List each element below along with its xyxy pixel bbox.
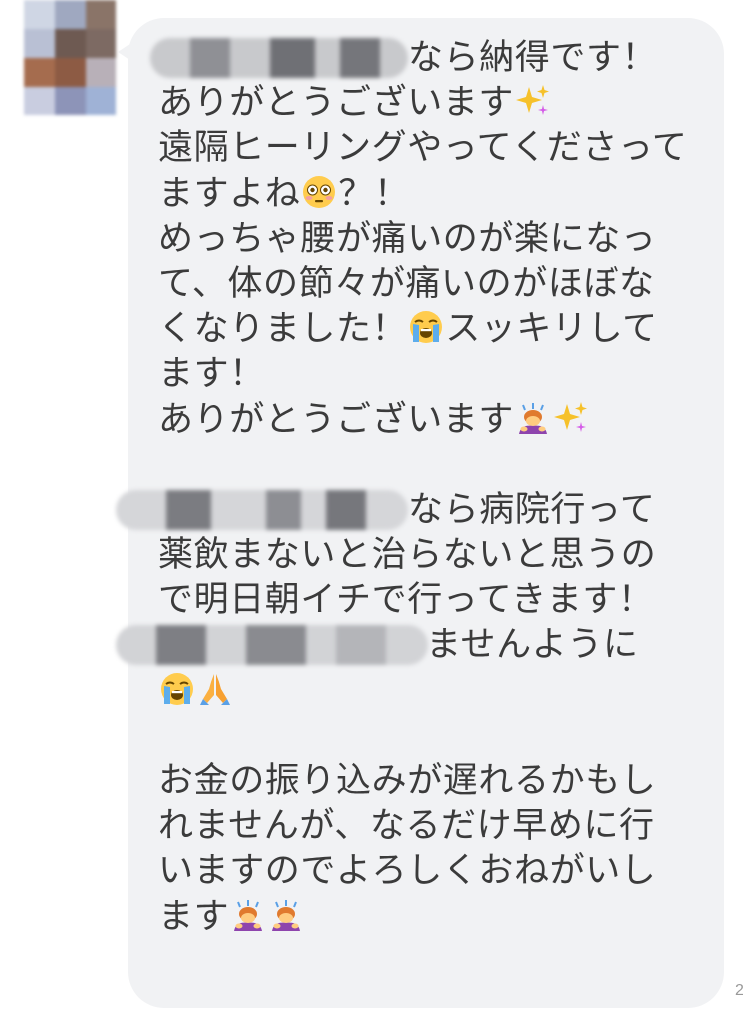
sparkles-icon — [516, 85, 550, 116]
message-line: 薬飲まないと治らないと思うの — [158, 535, 657, 576]
message-line: お金の振り込みが遅れるかもし — [158, 761, 657, 801]
redacted-text — [116, 489, 408, 530]
message-line: ますよね？！ — [158, 173, 410, 214]
folded-hands-icon — [200, 673, 230, 705]
message-line: ませんように — [116, 623, 718, 668]
message-line: くなりました！ スッキリして — [158, 309, 658, 350]
flushed-face-icon — [303, 175, 336, 208]
message-line: ありがとうございます — [158, 81, 718, 126]
redacted-text — [150, 38, 408, 78]
sender-avatar[interactable] — [24, 0, 116, 115]
message-line: なら病院行って — [116, 488, 718, 533]
message-line: いますのでよろしくおねがいし — [158, 851, 657, 892]
message-text: なら納得です！ ありがとうございます 遠隔ヒーリングやってくださって ますよね？… — [116, 36, 718, 940]
message-line: めっちゃ腰が痛いのが楽になっ — [158, 218, 657, 259]
sparkles-icon — [554, 401, 588, 432]
message-line — [158, 669, 718, 714]
message-line: ありがとうございます — [158, 398, 718, 443]
person-bowing-icon — [272, 899, 301, 931]
message-line: ます！ — [158, 354, 265, 395]
message-line: 遠隔ヒーリングやってくださって — [158, 128, 688, 169]
loudly-crying-face-icon — [410, 311, 443, 344]
message-line: れませんが、なるだけ早めに行 — [158, 806, 655, 847]
person-bowing-icon — [234, 899, 263, 931]
message-line: なら納得です！ — [150, 36, 718, 81]
loudly-crying-face-icon — [161, 672, 193, 705]
message-line: で明日朝イチで行ってきます！ — [158, 580, 654, 621]
timestamp: 2 — [735, 982, 743, 999]
redacted-text — [116, 625, 428, 666]
person-bowing-icon — [519, 402, 548, 434]
message-line: ます — [158, 895, 718, 940]
message-line: て、体の節々が痛いのがほぼな — [158, 263, 655, 304]
